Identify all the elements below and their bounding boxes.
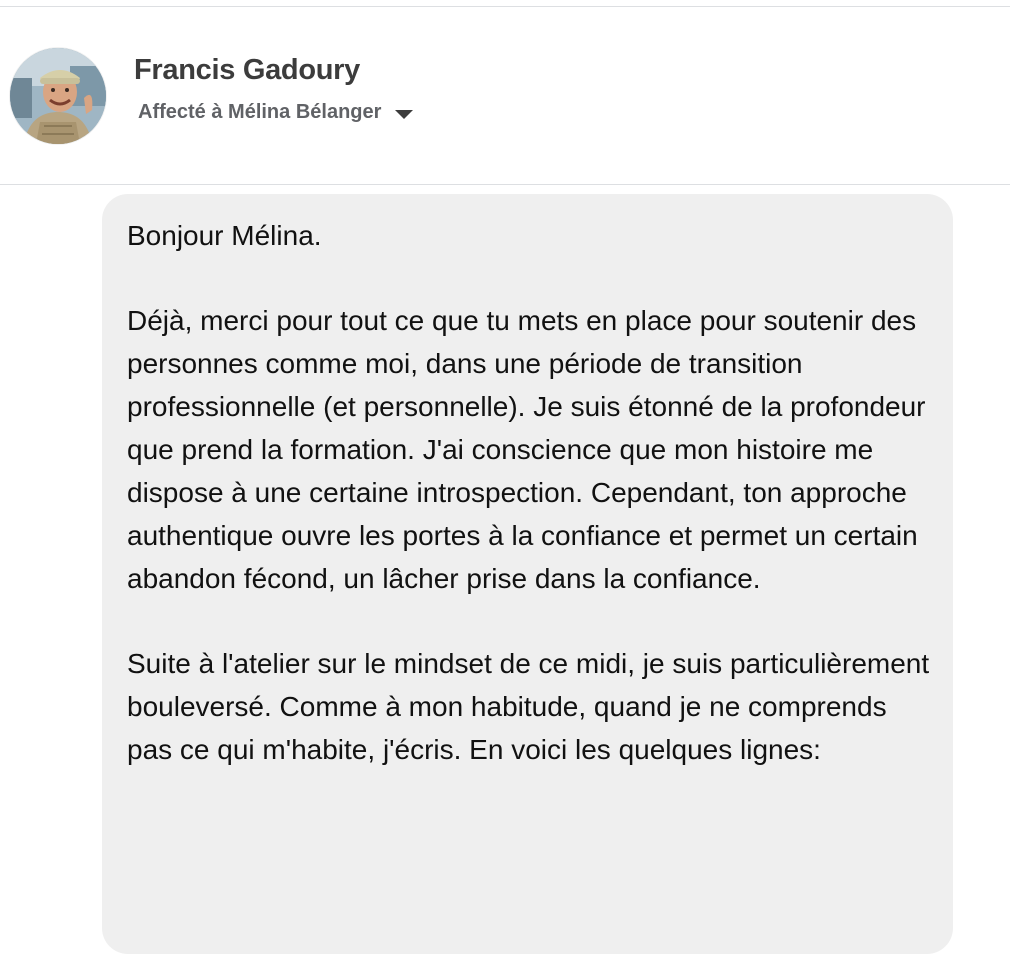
assignment-dropdown[interactable]: Affecté à Mélina Bélanger xyxy=(138,101,414,124)
message-bubble: Bonjour Mélina. Déjà, merci pour tout ce… xyxy=(102,194,953,954)
message-paragraph: Suite à l'atelier sur le mindset de ce m… xyxy=(127,648,930,765)
post-header: Francis Gadoury Affecté à Mélina Bélange… xyxy=(0,7,1010,184)
author-name[interactable]: Francis Gadoury xyxy=(134,54,360,87)
caret-down-icon[interactable] xyxy=(395,109,414,119)
author-avatar[interactable] xyxy=(10,48,106,144)
message-paragraph: Déjà, merci pour tout ce que tu mets en … xyxy=(127,305,926,594)
message-greeting: Bonjour Mélina. xyxy=(127,220,322,251)
assignment-label: Affecté à Mélina Bélanger xyxy=(138,101,382,123)
user-avatar-photo-icon xyxy=(10,48,106,144)
header-divider xyxy=(0,184,1010,185)
